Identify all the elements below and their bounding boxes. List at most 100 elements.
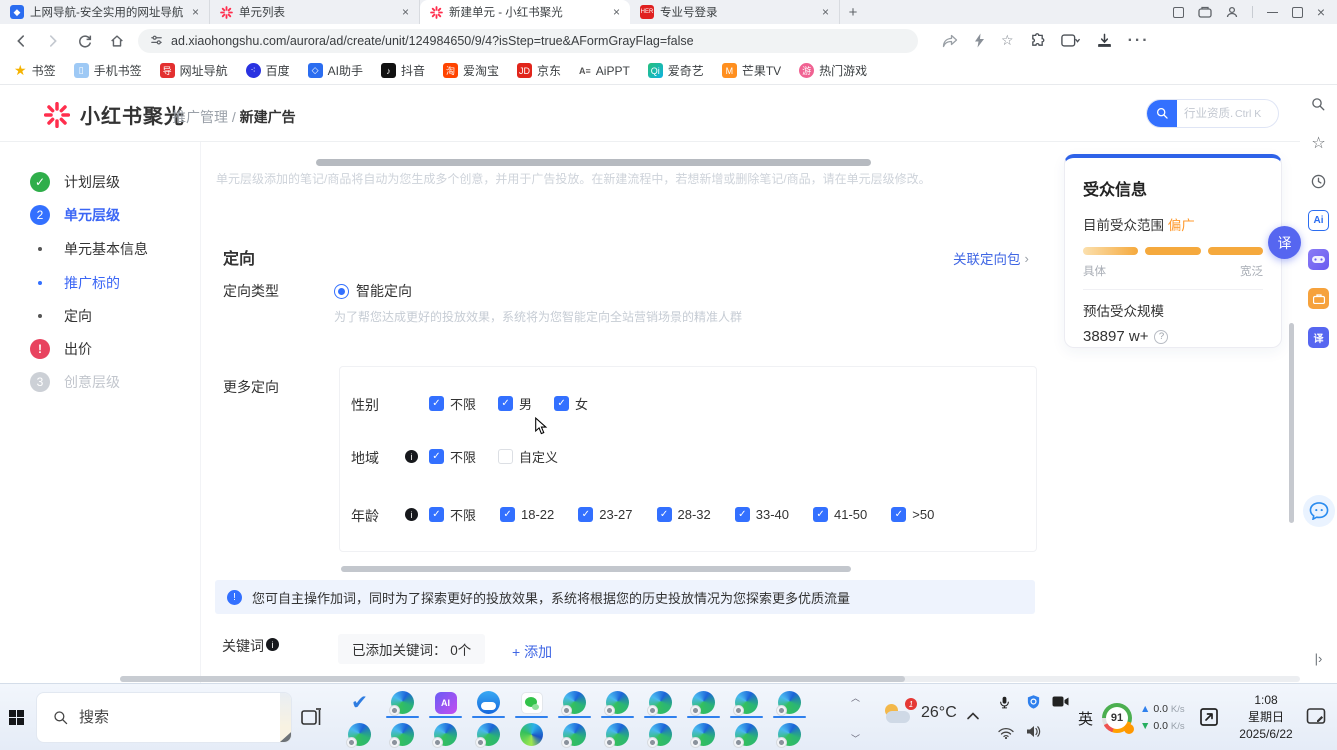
gamepad-icon[interactable] xyxy=(1308,249,1329,270)
checkbox-unchecked-icon[interactable] xyxy=(498,449,513,464)
app-wechat[interactable] xyxy=(510,687,553,718)
task-view-icon[interactable] xyxy=(300,706,323,734)
question-mark-icon[interactable]: ? xyxy=(1154,330,1168,344)
checkbox-checked-icon[interactable]: ✓ xyxy=(429,396,444,411)
app-edge-profile[interactable] xyxy=(596,687,639,718)
checkbox-option[interactable]: ✓>50 xyxy=(891,507,934,522)
sidebar-step-creative[interactable]: 3创意层级 xyxy=(30,372,120,392)
checkbox-option[interactable]: ✓18-22 xyxy=(500,507,554,522)
sidebar-step-bid[interactable]: !出价 xyxy=(30,339,92,359)
scroll-down-icon[interactable]: ﹀ xyxy=(851,732,860,745)
info-icon[interactable]: i xyxy=(405,450,418,463)
checkbox-option[interactable]: ✓33-40 xyxy=(735,507,789,522)
targeting-pack-link[interactable]: 关联定向包 › xyxy=(953,248,1029,268)
breadcrumb-section[interactable]: 推广管理 xyxy=(172,109,228,125)
ai-panel-icon[interactable]: Ai xyxy=(1308,210,1329,231)
search-icon[interactable] xyxy=(1308,94,1329,115)
app-edge-profile[interactable] xyxy=(682,687,725,718)
checkbox-checked-icon[interactable]: ✓ xyxy=(813,507,828,522)
app-ai-tool[interactable]: AI xyxy=(424,687,467,718)
battery-health-ring[interactable]: 91 xyxy=(1102,703,1132,733)
taskbar-clock[interactable]: 1:08 星期日 2025/6/22 xyxy=(1228,692,1304,743)
app-edge-profile[interactable] xyxy=(725,687,768,718)
app-edge-profile[interactable] xyxy=(725,719,768,750)
microphone-icon[interactable] xyxy=(998,694,1011,716)
bottom-scrollbar-track[interactable] xyxy=(120,676,1300,682)
horizontal-scrollbar-thumb[interactable] xyxy=(341,566,851,572)
camera-icon[interactable] xyxy=(1052,695,1069,713)
app-edge-profile[interactable] xyxy=(639,687,682,718)
taskbar-search-input[interactable] xyxy=(69,708,280,727)
search-input[interactable] xyxy=(1177,107,1235,121)
address-bar[interactable]: ad.xiaohongshu.com/aurora/ad/create/unit… xyxy=(138,29,918,53)
ime-indicator[interactable]: 英 xyxy=(1078,708,1093,729)
bookmark-item[interactable]: 导网址导航 xyxy=(160,62,228,79)
checkbox-option[interactable]: 自定义 xyxy=(498,447,558,466)
bookmark-star-icon[interactable]: ☆ xyxy=(1001,32,1014,49)
tab-nav-site[interactable]: ◆ 上网导航-安全实用的网址导航 × xyxy=(0,0,210,24)
new-tab-button[interactable]: + xyxy=(840,0,866,24)
bookmark-item[interactable]: ▯手机书签 xyxy=(74,62,142,79)
app-edge[interactable] xyxy=(510,719,553,750)
bookmark-item[interactable]: 游热门游戏 xyxy=(799,62,867,79)
app-edge-profile[interactable] xyxy=(639,719,682,750)
scroll-up-icon[interactable]: ︿ xyxy=(851,691,860,704)
site-settings-icon[interactable] xyxy=(150,34,163,47)
minimize-icon[interactable] xyxy=(1267,12,1278,13)
profile-icon[interactable] xyxy=(1226,6,1238,18)
sidebar-step-unit-info[interactable]: 单元基本信息 xyxy=(30,239,148,259)
notification-center-icon[interactable] xyxy=(1306,707,1326,731)
taskbar-search-box[interactable] xyxy=(36,692,292,743)
sidebar-step-unit[interactable]: 2单元层级 xyxy=(30,205,120,225)
checkbox-option[interactable]: ✓不限 xyxy=(429,505,476,524)
favorites-star-icon[interactable]: ☆ xyxy=(1308,132,1329,153)
bookmark-item[interactable]: ★书签 xyxy=(14,62,56,79)
app-edge-profile[interactable] xyxy=(338,719,381,750)
qualification-search[interactable]: Ctrl K xyxy=(1146,99,1279,128)
share-icon[interactable] xyxy=(942,34,958,48)
app-edge-profile[interactable] xyxy=(596,719,639,750)
app-edge-profile[interactable] xyxy=(467,719,510,750)
weather-widget[interactable]: 1 26°C xyxy=(884,702,957,724)
checkbox-checked-icon[interactable]: ✓ xyxy=(429,507,444,522)
workspace-icon[interactable] xyxy=(1198,6,1212,18)
floating-translate-badge[interactable]: 译 xyxy=(1268,226,1301,259)
app-edge-profile[interactable] xyxy=(553,719,596,750)
bookmark-item[interactable]: ♪抖音 xyxy=(381,62,425,79)
maximize-icon[interactable] xyxy=(1292,7,1303,18)
sidebar-step-target[interactable]: 推广标的 xyxy=(30,273,120,293)
checkbox-option[interactable]: ✓28-32 xyxy=(657,507,711,522)
security-shield-icon[interactable] xyxy=(1026,694,1041,715)
lightning-icon[interactable] xyxy=(974,33,985,48)
checkbox-checked-icon[interactable]: ✓ xyxy=(735,507,750,522)
app-edge-profile[interactable] xyxy=(768,719,811,750)
app-qq-browser[interactable] xyxy=(467,687,510,718)
expand-panel-icon[interactable]: |› xyxy=(1308,648,1329,669)
checkbox-checked-icon[interactable]: ✓ xyxy=(500,507,515,522)
checkbox-checked-icon[interactable]: ✓ xyxy=(578,507,593,522)
close-icon[interactable]: × xyxy=(1317,4,1325,20)
network-speed-widget[interactable]: ▲ 0.0 K/s ▼ 0.0 K/s xyxy=(1140,701,1185,735)
bookmark-item[interactable]: A≡AiPPT xyxy=(579,64,630,78)
more-menu-icon[interactable]: ··· xyxy=(1128,32,1150,50)
checkbox-checked-icon[interactable]: ✓ xyxy=(429,449,444,464)
checkbox-checked-icon[interactable]: ✓ xyxy=(891,507,906,522)
reload-icon[interactable] xyxy=(74,30,96,52)
app-edge-profile[interactable] xyxy=(553,687,596,718)
checkbox-option[interactable]: ✓41-50 xyxy=(813,507,867,522)
smart-targeting-radio[interactable]: 智能定向 xyxy=(334,281,412,301)
app-edge-profile[interactable] xyxy=(381,687,424,718)
checkbox-checked-icon[interactable]: ✓ xyxy=(657,507,672,522)
search-button[interactable] xyxy=(1147,99,1177,128)
checkbox-option[interactable]: ✓不限 xyxy=(429,447,476,466)
tab-close-icon[interactable]: × xyxy=(820,5,831,19)
tab-restore-icon[interactable] xyxy=(1061,33,1081,48)
tab-close-icon[interactable]: × xyxy=(190,5,201,19)
checkbox-option[interactable]: ✓23-27 xyxy=(578,507,632,522)
horizontal-scrollbar-thumb[interactable] xyxy=(316,159,871,166)
tab-close-icon[interactable]: × xyxy=(611,5,622,19)
volume-icon[interactable] xyxy=(1026,725,1041,743)
screenshot-icon[interactable] xyxy=(1198,706,1220,733)
search-highlight-image[interactable] xyxy=(280,693,292,742)
home-icon[interactable] xyxy=(106,30,128,52)
